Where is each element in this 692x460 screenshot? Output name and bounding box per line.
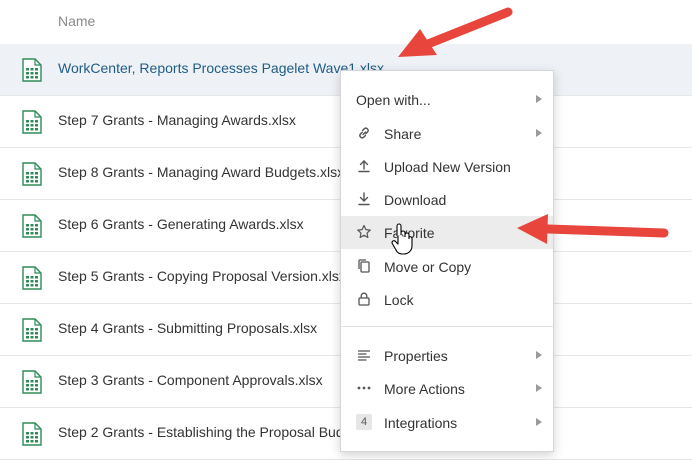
- menu-item-label: Share: [384, 126, 422, 142]
- menu-item-share[interactable]: Share: [341, 117, 553, 150]
- file-name-link[interactable]: Step 5 Grants - Copying Proposal Version…: [58, 268, 346, 284]
- chevron-right-icon: [536, 95, 542, 103]
- menu-item-label: Properties: [384, 348, 448, 364]
- list-lines-icon: [356, 347, 372, 363]
- download-icon: [356, 191, 372, 207]
- link-icon: [356, 125, 372, 141]
- context-menu: Open with... Share Upload New Version Do…: [340, 70, 554, 452]
- lock-icon: [356, 291, 372, 307]
- menu-item-label: More Actions: [384, 381, 465, 397]
- upload-icon: [356, 158, 372, 174]
- menu-item-label: Move or Copy: [384, 259, 472, 275]
- file-list-header: Name: [0, 0, 692, 45]
- spreadsheet-file-icon: [22, 162, 42, 186]
- file-name-link[interactable]: Step 2 Grants - Establishing the Proposa…: [58, 424, 363, 440]
- chevron-right-icon: [536, 351, 542, 359]
- menu-item-move-or-copy[interactable]: Move or Copy: [341, 250, 553, 283]
- menu-item-integrations[interactable]: 4 Integrations: [341, 406, 553, 439]
- menu-item-favorite[interactable]: Favorite: [341, 216, 553, 249]
- file-name-link[interactable]: Step 7 Grants - Managing Awards.xlsx: [58, 112, 296, 128]
- chevron-right-icon: [536, 384, 542, 392]
- spreadsheet-file-icon: [22, 110, 42, 134]
- copy-icon: [356, 258, 372, 274]
- menu-item-more-actions[interactable]: More Actions: [341, 372, 553, 405]
- spreadsheet-file-icon: [22, 318, 42, 342]
- chevron-right-icon: [536, 418, 542, 426]
- menu-item-label: Download: [384, 192, 447, 208]
- menu-item-download[interactable]: Download: [341, 183, 553, 216]
- star-icon: [356, 224, 372, 240]
- file-name-link[interactable]: Step 8 Grants - Managing Award Budgets.x…: [58, 164, 344, 180]
- file-name-link[interactable]: WorkCenter, Reports Processes Pagelet Wa…: [58, 60, 384, 76]
- menu-item-label: Favorite: [384, 225, 435, 241]
- menu-item-label: Upload New Version: [384, 159, 511, 175]
- integrations-count-badge: 4: [356, 414, 372, 430]
- spreadsheet-file-icon: [22, 214, 42, 238]
- more-dots-icon: [356, 380, 372, 396]
- file-name-link[interactable]: Step 6 Grants - Generating Awards.xlsx: [58, 216, 304, 232]
- file-name-link[interactable]: Step 4 Grants - Submitting Proposals.xls…: [58, 320, 317, 336]
- menu-divider: [341, 326, 553, 327]
- menu-item-label: Integrations: [384, 415, 458, 431]
- menu-item-label: Open with...: [356, 92, 431, 108]
- chevron-right-icon: [536, 129, 542, 137]
- menu-item-upload-new-version[interactable]: Upload New Version: [341, 150, 553, 183]
- file-name-link[interactable]: Step 3 Grants - Component Approvals.xlsx: [58, 372, 323, 388]
- spreadsheet-file-icon: [22, 370, 42, 394]
- menu-item-label: Lock: [384, 292, 414, 308]
- menu-item-open-with[interactable]: Open with...: [341, 83, 553, 116]
- name-column-header[interactable]: Name: [58, 13, 95, 29]
- menu-item-properties[interactable]: Properties: [341, 339, 553, 372]
- menu-item-lock[interactable]: Lock: [341, 283, 553, 316]
- spreadsheet-file-icon: [22, 58, 42, 82]
- spreadsheet-file-icon: [22, 266, 42, 290]
- spreadsheet-file-icon: [22, 422, 42, 446]
